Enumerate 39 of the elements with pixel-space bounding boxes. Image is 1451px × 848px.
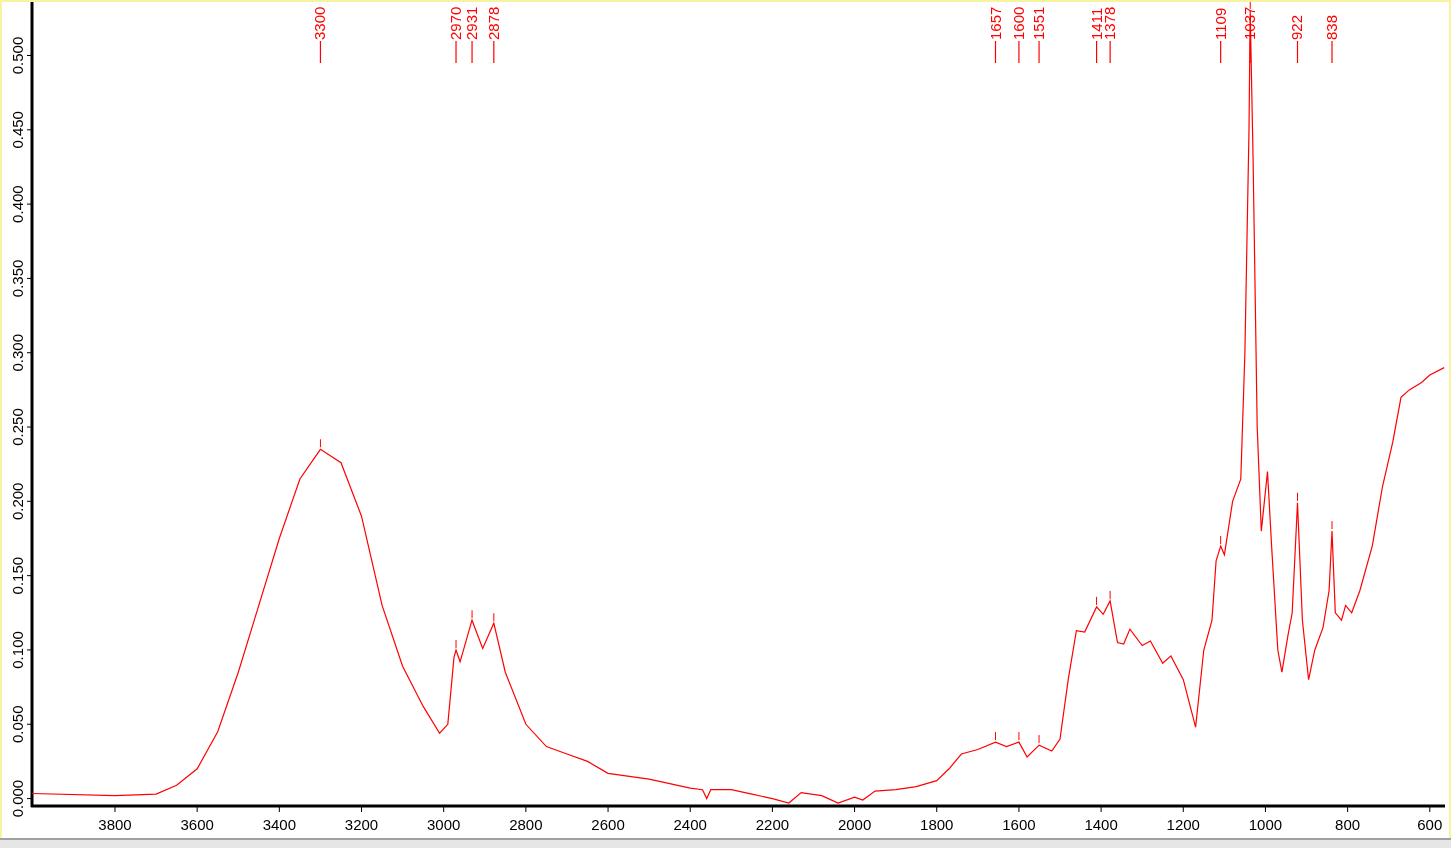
axis-tick-label: 3600 — [180, 816, 214, 833]
axis-tick-label: 0.100 — [9, 631, 26, 669]
axis-tick-label: 2800 — [509, 816, 543, 833]
axis-tick-label: 800 — [1335, 816, 1361, 833]
axis-tick-label: 3800 — [98, 816, 132, 833]
axis-tick-label: 1400 — [1084, 816, 1118, 833]
axis-tick-label: 3200 — [344, 816, 379, 833]
peak-label: 2970 — [447, 6, 464, 40]
axis-tick-label: 0.450 — [9, 111, 26, 149]
axis-tick-label: 1600 — [1002, 816, 1036, 833]
peak-label: 1109 — [1211, 7, 1229, 40]
axis-tick-label: 0.500 — [9, 36, 26, 75]
peak-label: 1600 — [1009, 6, 1027, 40]
peak-label: 3300 — [311, 6, 329, 40]
axis-tick-label: 2000 — [837, 816, 872, 833]
peak-label: 2931 — [463, 6, 481, 40]
axis-tick-label: 0.200 — [9, 482, 26, 521]
axis-tick-label: 2600 — [591, 816, 625, 833]
peak-label: 2878 — [484, 6, 502, 40]
axis-tick-label: 0.250 — [9, 408, 26, 446]
axis-tick-label: 2400 — [673, 816, 707, 833]
axis-tick-label: 0.150 — [9, 556, 26, 595]
axis-tick-label: 1200 — [1166, 816, 1200, 833]
peak-label: 922 — [1288, 14, 1306, 40]
axis-tick-label: 1000 — [1248, 816, 1283, 833]
axis-tick-label: 0.050 — [9, 705, 26, 744]
axis-tick-label: 0.000 — [9, 779, 26, 818]
axis-tick-label: 3400 — [262, 816, 297, 833]
peak-label: 1037 — [1241, 6, 1259, 40]
peak-label: 838 — [1323, 14, 1340, 40]
peak-label: 1551 — [1030, 6, 1048, 40]
axis-tick-label: 1800 — [920, 816, 954, 833]
axis-tick-label: 0.400 — [9, 185, 26, 223]
axis-tick-label: 0.300 — [9, 333, 26, 372]
axis-tick-label: 3000 — [427, 816, 461, 833]
axis-tick-label: 2200 — [755, 816, 790, 833]
peak-label: 1657 — [986, 6, 1004, 40]
axis-tick-label: 600 — [1417, 816, 1443, 833]
axis-tick-label: 0.350 — [9, 259, 26, 298]
